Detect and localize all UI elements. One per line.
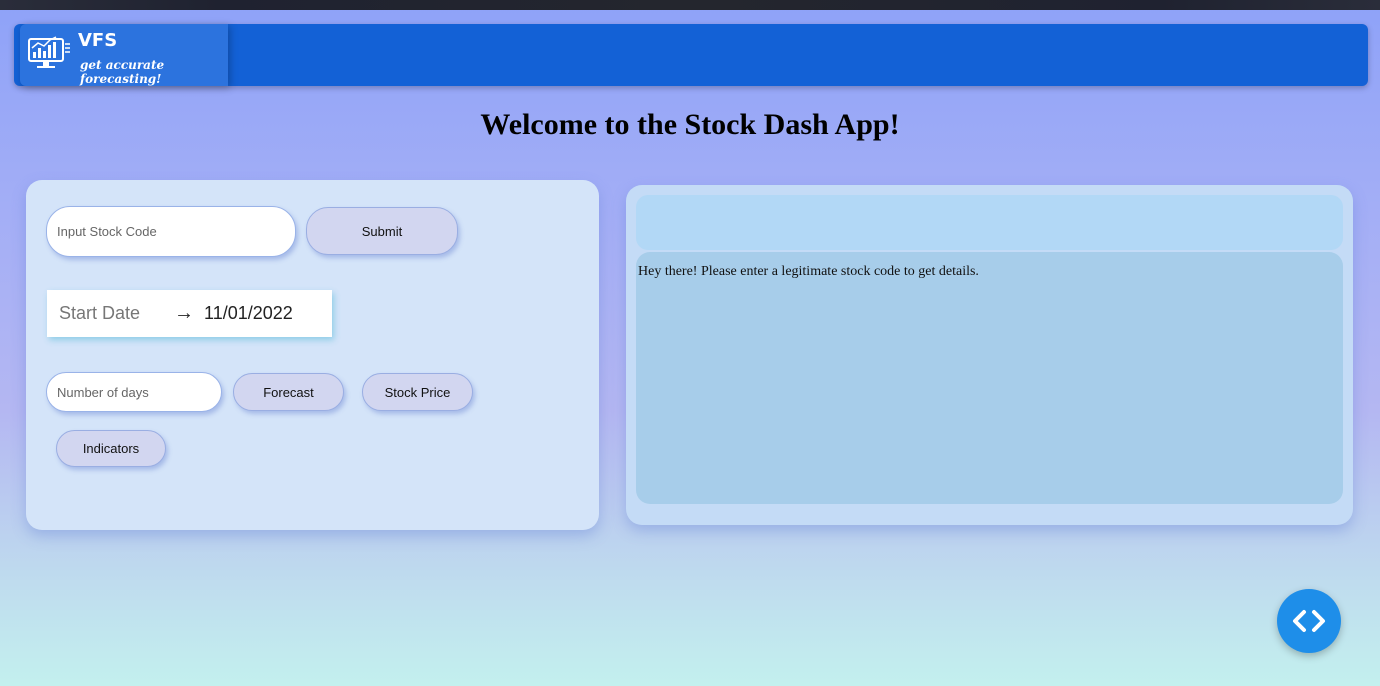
chart-monitor-icon bbox=[28, 36, 70, 68]
code-toggle-button[interactable] bbox=[1277, 589, 1341, 653]
description-panel: Hey there! Please enter a legitimate sto… bbox=[636, 252, 1343, 504]
navbar: VFS get accurate forecasting! bbox=[14, 24, 1368, 86]
stock-code-input[interactable]: Input Stock Code bbox=[46, 206, 296, 257]
company-header-panel bbox=[636, 195, 1343, 250]
brand-tagline: get accurate forecasting! bbox=[80, 58, 165, 86]
code-brackets-icon bbox=[1293, 610, 1325, 632]
start-date-label: Start Date bbox=[59, 303, 141, 323]
stock-code-placeholder: Input Stock Code bbox=[57, 224, 157, 239]
start-date-picker[interactable]: Start Date → 11/01/2022 bbox=[47, 290, 332, 337]
number-of-days-placeholder: Number of days bbox=[57, 384, 149, 400]
forecast-button[interactable]: Forecast bbox=[233, 373, 344, 411]
brand-name: VFS bbox=[78, 30, 118, 51]
submit-button[interactable]: Submit bbox=[306, 207, 458, 255]
output-card: Hey there! Please enter a legitimate sto… bbox=[626, 185, 1353, 525]
start-date-value: 11/01/2022 bbox=[204, 303, 293, 323]
stock-price-label: Stock Price bbox=[384, 384, 451, 400]
indicators-label: Indicators bbox=[82, 441, 140, 456]
info-message: Hey there! Please enter a legitimate sto… bbox=[638, 264, 979, 279]
brand-panel[interactable]: VFS get accurate forecasting! bbox=[20, 24, 228, 86]
indicators-button[interactable]: Indicators bbox=[56, 430, 166, 467]
stock-price-button[interactable]: Stock Price bbox=[362, 373, 473, 411]
forecast-label: Forecast bbox=[263, 384, 314, 400]
browser-top-strip bbox=[0, 0, 1380, 10]
submit-label: Submit bbox=[361, 223, 403, 239]
arrow-right-icon: → bbox=[174, 302, 195, 324]
number-of-days-input[interactable]: Number of days bbox=[46, 372, 222, 412]
page-title: Welcome to the Stock Dash App! bbox=[480, 108, 900, 141]
